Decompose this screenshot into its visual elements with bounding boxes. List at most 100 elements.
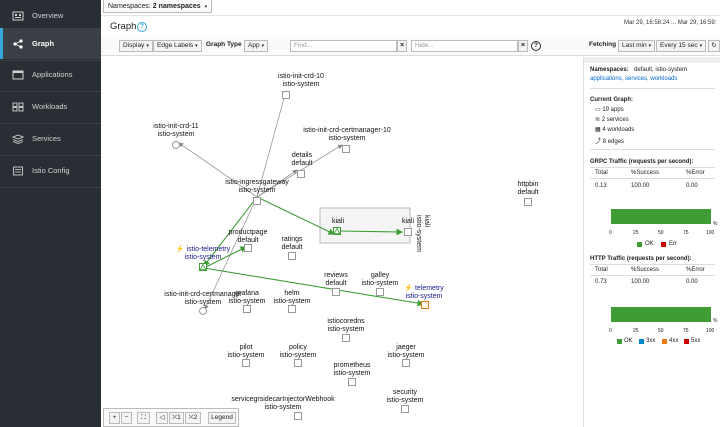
graph-node-istio-ingressgateway[interactable]	[253, 197, 261, 205]
legend-err: Err	[669, 241, 677, 247]
graph-node-prometheus[interactable]	[348, 378, 356, 386]
grpc-error: 0.00	[686, 183, 698, 189]
chevron-down-icon: ▾	[648, 43, 652, 49]
layout-1-button[interactable]: ⛌1	[169, 412, 184, 424]
graph-node-istio-telemetry[interactable]	[199, 263, 207, 271]
chevron-down-icon: ▾	[146, 43, 149, 49]
services-icon	[11, 134, 25, 144]
sidebar-item-overview[interactable]: Overview	[0, 0, 101, 31]
node-label: servicegrsidecarInjectorWebhook istio-sys…	[231, 396, 335, 411]
node-label: productpage default	[228, 229, 268, 244]
graph-node-reviews[interactable]	[332, 288, 340, 296]
find-clear-button[interactable]: ×	[397, 40, 407, 52]
legend-ok: OK	[624, 338, 633, 344]
node-label: prometheus istio-system	[333, 362, 371, 377]
chevron-down-icon: ▾	[195, 43, 198, 49]
node-label: security istio-system	[386, 389, 424, 404]
grpc-col-total: Total	[595, 170, 608, 176]
axis-tick: 75	[683, 328, 689, 334]
namespaces-label: Namespaces:	[590, 67, 629, 73]
sidebar-item-graph[interactable]: Graph	[0, 28, 101, 59]
node-label: details default	[291, 152, 313, 167]
graph-node-helm[interactable]	[288, 305, 296, 313]
fetch-range-dropdown[interactable]: Last min ▾	[618, 40, 656, 52]
chevron-down-icon: ▾	[261, 43, 265, 49]
graph-node-galley[interactable]	[376, 288, 384, 296]
legend-button[interactable]: Legend	[208, 412, 236, 424]
graph-node-httpbin[interactable]	[524, 198, 532, 206]
refresh-icon: ↻	[711, 42, 717, 49]
zoom-in-button[interactable]: +	[109, 412, 120, 424]
sidebar-item-applications[interactable]: Applications	[0, 59, 101, 90]
namespace-selector[interactable]: Namespaces: 2 namespaces ▾	[103, 0, 213, 13]
graph-node-ratings[interactable]	[288, 252, 296, 260]
graph-node-istiocoredns[interactable]	[342, 334, 350, 342]
graph-canvas[interactable]: istio-init-crd-10 istio-system istio-init…	[101, 57, 583, 427]
grpc-success: 100.00	[631, 183, 650, 189]
services-icon: ≋	[595, 117, 601, 123]
sidebar-item-istio-config[interactable]: Istio Config	[0, 155, 101, 186]
http-total: 0.73	[595, 279, 607, 285]
workloads-icon: ▦	[595, 127, 601, 133]
legend-swatch-5xx	[684, 339, 689, 344]
sidebar-item-workloads[interactable]: Workloads	[0, 91, 101, 122]
zoom-out-button[interactable]: −	[121, 412, 132, 424]
node-label: ⚡ telemetry istio-system	[404, 285, 444, 300]
top-bar: Namespaces: 2 namespaces ▾	[101, 0, 720, 16]
graph-node-productpage[interactable]	[244, 244, 252, 252]
panel-links[interactable]: applications, services, workloads	[590, 76, 677, 82]
graph-node-sidecar-injector[interactable]	[294, 412, 302, 420]
display-dropdown[interactable]: Display ▾	[119, 40, 153, 52]
graph-node-grafana[interactable]	[243, 305, 251, 313]
http-col-error: %Error	[686, 267, 705, 273]
hide-clear-button[interactable]: ×	[518, 40, 528, 52]
graph-node-security[interactable]	[401, 405, 409, 413]
sidebar-item-label: Applications	[32, 70, 73, 79]
find-input[interactable]: Find...	[290, 40, 397, 52]
hide-input[interactable]: Hide...	[411, 40, 518, 52]
services-count: ≋ 2 services	[595, 117, 629, 123]
namespace-selector-label: Namespaces:	[108, 3, 151, 10]
help-icon[interactable]: ?	[137, 22, 147, 32]
graph-node-istio-init-crd-10[interactable]	[282, 91, 290, 99]
legend-swatch-ok	[637, 242, 642, 247]
graph-node-istio-init-crd-11[interactable]	[172, 141, 180, 149]
graph-node-istio-init-crd-certmanager[interactable]	[199, 307, 207, 315]
node-label: galley istio-system	[361, 272, 399, 287]
graph-node-kiali-app[interactable]	[333, 227, 341, 235]
display-label: Display	[123, 42, 145, 49]
node-label: pilot istio-system	[227, 344, 265, 359]
http-success: 100.00	[631, 279, 650, 285]
sidebar-item-services[interactable]: Services	[0, 123, 101, 154]
summary-panel: Namespaces: default, istio-system applic…	[583, 57, 720, 427]
find-help-icon[interactable]: ?	[531, 41, 541, 51]
graph-toolbar: Display ▾ Edge Labels ▾ Graph Type App ▾ Fi…	[101, 36, 720, 56]
divider	[590, 275, 715, 276]
refresh-interval-value: Every 15 sec	[660, 42, 698, 49]
time-range-display: Mar 29, 16:58:24 ... Mar 29, 16:59:	[624, 20, 717, 26]
chevron-down-icon: ▾	[699, 43, 703, 49]
apps-count: ▭ 19 apps	[595, 107, 624, 113]
graph-node-details[interactable]	[297, 170, 305, 178]
refresh-interval-dropdown[interactable]: Every 15 sec ▾	[656, 40, 707, 52]
grpc-pct-label: %	[713, 221, 718, 227]
edge-labels-dropdown[interactable]: Edge Labels ▾	[153, 40, 202, 52]
graph-node-pilot[interactable]	[242, 359, 250, 367]
divider	[590, 167, 715, 168]
triangle-icon	[200, 264, 206, 270]
graph-node-jaeger[interactable]	[402, 359, 410, 367]
layout-default-button[interactable]: ◁	[156, 412, 168, 424]
layout-2-button[interactable]: ⛌2	[185, 412, 201, 424]
graph-node-policy[interactable]	[294, 359, 302, 367]
graph-type-dropdown[interactable]: App ▾	[244, 40, 269, 52]
http-title: HTTP Traffic (requests per second):	[590, 256, 692, 262]
http-col-total: Total	[595, 267, 608, 273]
refresh-button[interactable]: ↻	[708, 40, 720, 52]
graph-node-istio-init-crd-certmanager-10[interactable]	[342, 145, 350, 153]
graph-node-kiali-service[interactable]	[404, 228, 412, 236]
sidebar-item-label: Services	[32, 134, 61, 143]
sidebar-item-label: Istio Config	[32, 166, 70, 175]
sidebar-item-label: Workloads	[32, 102, 68, 111]
graph-node-telemetry[interactable]	[421, 301, 429, 309]
fit-icon[interactable]: ⛶	[137, 412, 150, 424]
